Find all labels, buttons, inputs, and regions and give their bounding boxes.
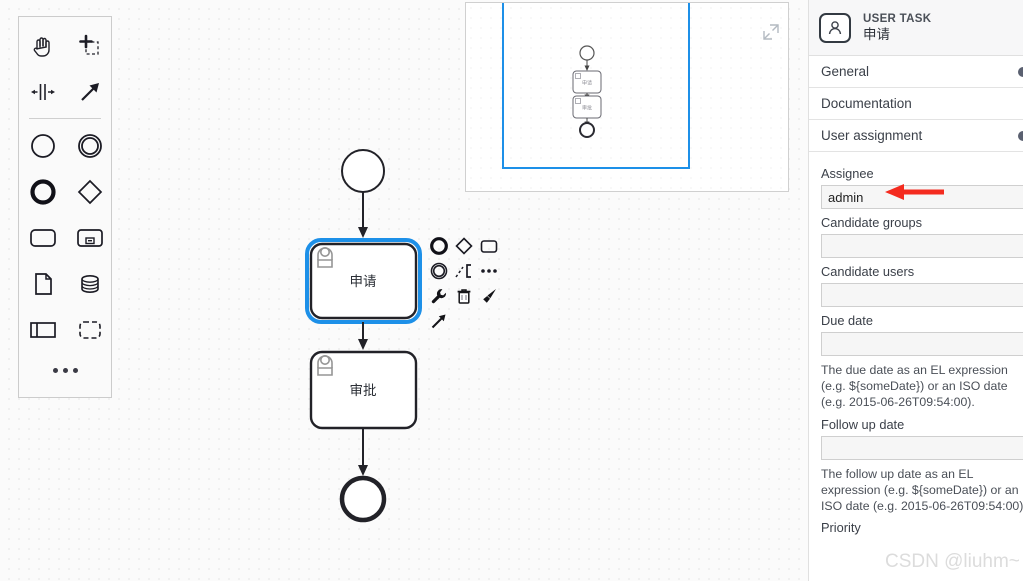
sequence-flow-1[interactable]	[358, 192, 368, 238]
palette-more-options[interactable]	[19, 353, 111, 387]
context-pad-append-task[interactable]	[476, 233, 501, 258]
palette-participant[interactable]	[19, 307, 66, 353]
group-marker-general	[1018, 66, 1023, 77]
palette-subprocess-expanded[interactable]	[66, 215, 113, 261]
properties-group-documentation[interactable]: Documentation	[809, 88, 1023, 120]
context-pad-append-gateway[interactable]	[451, 233, 476, 258]
palette-exclusive-gateway[interactable]	[66, 169, 113, 215]
context-pad-set-color-brush-icon[interactable]	[476, 283, 501, 308]
palette-space-tool[interactable]	[19, 69, 66, 115]
palette-hand-tool[interactable]	[19, 23, 66, 69]
properties-header: USER TASK 申请	[809, 0, 1023, 56]
palette-group[interactable]	[66, 307, 113, 353]
group-marker-user-assignment	[1018, 130, 1023, 141]
element-type-label: USER TASK	[863, 12, 932, 25]
context-pad-more-options[interactable]	[476, 258, 501, 283]
palette-connect-tool[interactable]	[66, 69, 113, 115]
user-task-icon	[819, 12, 851, 43]
candidate-users-input[interactable]	[821, 283, 1023, 307]
due-date-help: The due date as an EL expression (e.g. $…	[821, 363, 1008, 410]
bpmn-editor: 申请 审批 申请 审批 USER TASK 申请 General Documen…	[0, 0, 1023, 581]
palette-start-event[interactable]	[19, 123, 66, 169]
properties-group-user-assignment[interactable]: User assignment	[809, 120, 1023, 152]
minimap-diagram: 申请 审批	[572, 45, 602, 138]
context-pad[interactable]	[426, 233, 502, 333]
group-label-general: General	[821, 64, 870, 79]
context-pad-append-intermediate-event[interactable]	[426, 258, 451, 283]
sequence-flow-3[interactable]	[358, 428, 368, 476]
context-pad-append-text-annotation[interactable]	[451, 258, 476, 283]
follow-up-date-label: Follow up date	[821, 416, 905, 432]
follow-up-date-help: The follow up date as an EL expression (…	[821, 466, 1023, 514]
svg-text:审批: 审批	[582, 105, 592, 112]
group-label-documentation: Documentation	[821, 96, 912, 111]
minimap-collapse-icon[interactable]	[762, 23, 780, 41]
palette-intermediate-event[interactable]	[66, 123, 113, 169]
shape-user-task-1[interactable]: 申请	[309, 242, 418, 320]
candidate-groups-label: Candidate groups	[821, 215, 923, 230]
context-pad-change-type-wrench-icon[interactable]	[426, 283, 451, 308]
shape-user-task-2[interactable]: 审批	[309, 350, 418, 430]
properties-panel[interactable]: USER TASK 申请 General Documentation User …	[808, 0, 1023, 581]
group-label-user-assignment: User assignment	[821, 128, 923, 143]
minimap[interactable]: 申请 审批	[465, 2, 789, 192]
palette-lasso-tool[interactable]	[66, 23, 113, 69]
due-date-input[interactable]	[821, 332, 1023, 356]
palette-separator	[29, 118, 101, 119]
task1-label: 申请	[350, 274, 377, 289]
follow-up-date-input[interactable]	[821, 435, 1023, 460]
dot-2	[62, 367, 68, 373]
candidate-users-label: Candidate users	[821, 264, 915, 279]
palette-task[interactable]	[19, 215, 66, 261]
palette-data-object[interactable]	[19, 261, 66, 307]
svg-text:申请: 申请	[582, 80, 592, 87]
diagram-canvas[interactable]: 申请 审批 申请 审批	[0, 0, 808, 581]
dot-3	[72, 367, 78, 373]
element-name-label: 申请	[863, 26, 890, 42]
assignee-label: Assignee	[821, 166, 874, 181]
context-pad-delete-trash-icon[interactable]	[451, 283, 476, 308]
shape-end-event[interactable]	[339, 475, 387, 523]
shape-start-event[interactable]	[341, 149, 385, 193]
priority-label: Priority	[821, 520, 861, 536]
sequence-flow-2[interactable]	[358, 322, 368, 350]
context-pad-append-end-event[interactable]	[426, 233, 451, 258]
palette-data-store[interactable]	[66, 261, 113, 307]
properties-group-general[interactable]: General	[809, 56, 1023, 88]
properties-fields: Assignee Candidate groups Candidate user…	[809, 152, 1023, 535]
palette-end-event[interactable]	[19, 169, 66, 215]
context-pad-connect-arrow-icon[interactable]	[426, 308, 451, 333]
due-date-label: Due date	[821, 313, 873, 328]
assignee-input[interactable]	[821, 185, 1023, 209]
dot-1	[52, 367, 58, 373]
candidate-groups-input[interactable]	[821, 234, 1023, 258]
element-palette[interactable]	[18, 16, 112, 398]
task2-label: 审批	[350, 383, 377, 398]
